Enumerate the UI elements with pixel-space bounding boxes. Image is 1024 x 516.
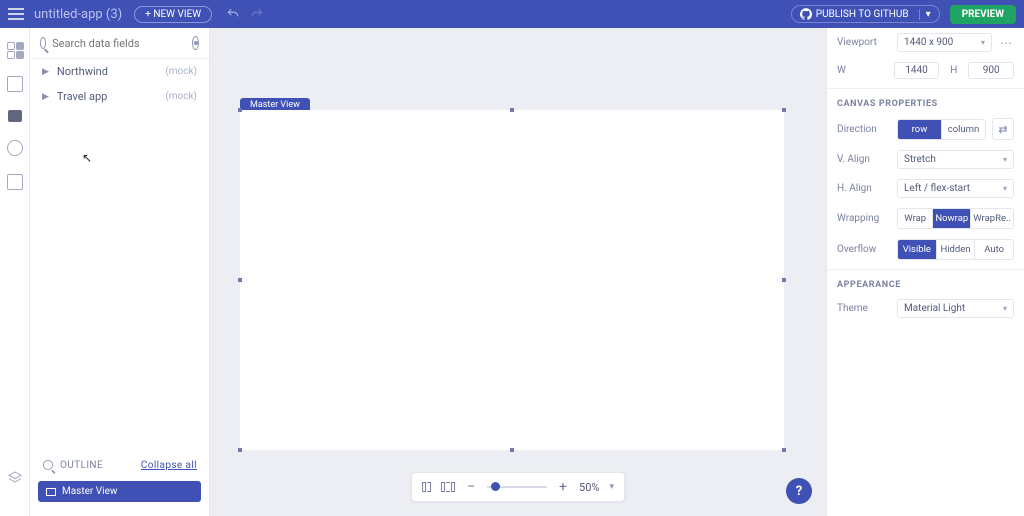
valign-select[interactable]: Stretch ▾ — [897, 150, 1014, 169]
direction-row-button[interactable]: row — [898, 120, 942, 139]
properties-panel: Viewport 1440 x 900 ▾ ⋯ W 1440 H 900 CAN… — [826, 28, 1024, 516]
chevron-right-icon: ▶ — [42, 92, 49, 102]
viewport-select[interactable]: 1440 x 900 ▾ — [897, 33, 992, 52]
assets-icon[interactable] — [7, 174, 23, 190]
direction-column-button[interactable]: column — [942, 120, 985, 139]
datasource-item-northwind[interactable]: ▶ Northwind (mock) — [30, 59, 209, 84]
more-icon[interactable]: ⋯ — [998, 36, 1014, 50]
components-icon[interactable] — [7, 42, 23, 58]
menu-icon[interactable] — [8, 8, 24, 20]
width-input[interactable]: 1440 — [894, 62, 940, 79]
wrap-button[interactable]: Wrap — [898, 209, 933, 228]
search-icon — [43, 460, 53, 470]
prop-label-viewport: Viewport — [837, 37, 891, 48]
prop-label-theme: Theme — [837, 303, 891, 314]
left-panel: ▶ Northwind (mock) ▶ Travel app (mock) ↖… — [30, 28, 210, 516]
prop-label-valign: V. Align — [837, 154, 891, 165]
chevron-down-icon: ▾ — [1003, 304, 1007, 313]
datasource-tag: (mock) — [165, 91, 197, 102]
canvas-area[interactable]: Master View − + 50% ▾ ? — [210, 28, 826, 516]
github-icon — [800, 8, 812, 20]
new-view-button[interactable]: + NEW VIEW — [134, 6, 212, 23]
outline-item-master-view[interactable]: Master View — [38, 481, 201, 502]
wrapreverse-button[interactable]: WrapRe.. — [971, 209, 1013, 228]
overflow-toggle: Visible Hidden Auto — [897, 239, 1014, 260]
overflow-visible-button[interactable]: Visible — [898, 240, 937, 259]
zoom-knob[interactable] — [491, 482, 500, 491]
theme-value: Material Light — [904, 303, 965, 314]
data-icon[interactable] — [8, 110, 22, 122]
chevron-down-icon: ▾ — [981, 38, 985, 47]
layers-icon[interactable] — [7, 470, 23, 486]
search-row — [30, 28, 209, 59]
preview-button[interactable]: PREVIEW — [950, 5, 1016, 24]
app-name[interactable]: untitled-app (3) — [34, 7, 122, 22]
plugins-icon[interactable] — [7, 140, 23, 156]
datasource-label: Northwind — [57, 65, 108, 78]
halign-select[interactable]: Left / flex-start ▾ — [897, 179, 1014, 198]
chevron-right-icon: ▶ — [42, 67, 49, 77]
outline-item-label: Master View — [62, 486, 117, 497]
search-icon — [40, 37, 46, 49]
section-canvas-properties: CANVAS PROPERTIES — [827, 88, 1024, 113]
zoom-dropdown-icon[interactable]: ▾ — [609, 482, 614, 492]
collapse-all-link[interactable]: Collapse all — [141, 460, 197, 471]
view-icon — [46, 488, 56, 496]
top-bar: untitled-app (3) + NEW VIEW PUBLISH TO G… — [0, 0, 1024, 28]
halign-value: Left / flex-start — [904, 183, 970, 194]
zoom-in-button[interactable]: + — [557, 479, 569, 495]
prop-label-direction: Direction — [837, 124, 891, 135]
datasource-item-travel[interactable]: ▶ Travel app (mock) — [30, 84, 209, 109]
viewport-value: 1440 x 900 — [904, 37, 953, 48]
redo-icon[interactable] — [250, 7, 264, 21]
fit-screen-icon[interactable] — [441, 482, 455, 492]
prop-label-height: H — [945, 65, 962, 76]
undo-icon[interactable] — [226, 7, 240, 21]
zoom-toolbar: − + 50% ▾ — [411, 472, 625, 502]
direction-toggle: row column — [897, 119, 986, 140]
zoom-out-button[interactable]: − — [465, 479, 477, 495]
zoom-value: 50% — [579, 481, 599, 494]
overflow-hidden-button[interactable]: Hidden — [937, 240, 976, 259]
fit-width-icon[interactable] — [422, 482, 431, 492]
swap-icon[interactable]: ⇄ — [992, 118, 1014, 140]
canvas[interactable] — [240, 110, 784, 450]
zoom-slider[interactable] — [487, 486, 547, 488]
wrapping-toggle: Wrap Nowrap WrapRe.. — [897, 208, 1014, 229]
valign-value: Stretch — [904, 154, 936, 165]
prop-label-wrapping: Wrapping — [837, 213, 891, 224]
prop-label-overflow: Overflow — [837, 244, 891, 255]
datasource-tag: (mock) — [165, 66, 197, 77]
publish-label: PUBLISH TO GITHUB — [816, 9, 909, 20]
chevron-down-icon: ▾ — [1003, 184, 1007, 193]
publish-dropdown-icon[interactable]: ▾ — [919, 9, 931, 20]
outline-label: OUTLINE — [60, 460, 103, 471]
chevron-down-icon: ▾ — [1003, 155, 1007, 164]
help-button[interactable]: ? — [786, 478, 812, 504]
outline-header: OUTLINE Collapse all — [30, 453, 209, 477]
main-area: ▶ Northwind (mock) ▶ Travel app (mock) ↖… — [0, 28, 1024, 516]
theme-select[interactable]: Material Light ▾ — [897, 299, 1014, 318]
views-icon[interactable] — [7, 76, 23, 92]
nowrap-button[interactable]: Nowrap — [933, 209, 971, 228]
nav-rail — [0, 28, 30, 516]
cursor-icon: ↖ — [82, 151, 92, 165]
target-icon[interactable] — [192, 36, 199, 50]
height-input[interactable]: 900 — [968, 62, 1014, 79]
publish-github-button[interactable]: PUBLISH TO GITHUB ▾ — [791, 5, 940, 23]
search-input[interactable] — [52, 37, 192, 50]
overflow-auto-button[interactable]: Auto — [975, 240, 1013, 259]
prop-label-width: W — [837, 65, 888, 76]
prop-label-halign: H. Align — [837, 183, 891, 194]
section-appearance: APPEARANCE — [827, 269, 1024, 294]
datasource-label: Travel app — [57, 90, 107, 103]
